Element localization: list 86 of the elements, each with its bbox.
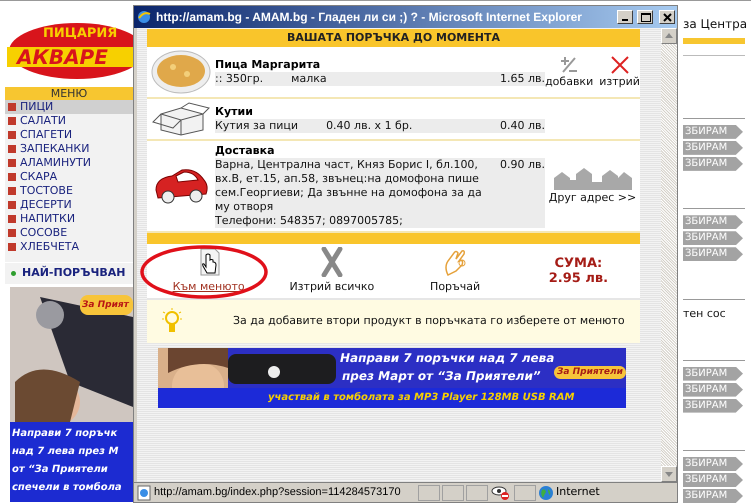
close-icon — [610, 55, 630, 76]
menu-link[interactable]: Към менюто — [147, 246, 270, 296]
menu-item[interactable]: СКАРА — [5, 170, 133, 184]
arrow-down-icon — [665, 472, 673, 477]
logo-title: АКВАРЕ — [17, 47, 108, 67]
menu-item[interactable]: СОСОВЕ — [5, 226, 133, 240]
action-button[interactable]: Поръчай — [394, 246, 517, 296]
menu-item[interactable]: НАПИТКИ — [5, 212, 133, 226]
plus-minus-icon — [559, 55, 580, 76]
page-icon — [136, 484, 152, 501]
bullet-icon — [8, 187, 16, 195]
arrow-up-icon — [665, 33, 673, 38]
item-action-link[interactable]: добавки — [545, 55, 594, 88]
menu-item[interactable]: ДЕСЕРТИ — [5, 198, 133, 212]
item-name: Кутии — [215, 104, 254, 119]
banner-text: Направи 7 поръчки над 7 лева — [340, 350, 554, 367]
browser-icon — [136, 8, 152, 25]
menu-item[interactable]: АЛАМИНУТИ — [5, 156, 133, 170]
menu-item[interactable]: ЗАПЕКАНКИ — [5, 142, 133, 156]
scrollbar[interactable] — [661, 28, 677, 482]
close-button[interactable] — [659, 10, 675, 24]
scroll-down-button[interactable] — [661, 466, 677, 482]
box-icon — [151, 102, 211, 136]
bullet-icon — [8, 201, 16, 209]
banner-text: Направи 7 поръчк — [12, 427, 118, 441]
bullet-icon — [8, 159, 16, 167]
item-detail: малка — [291, 72, 327, 86]
menu-item[interactable]: СПАГЕТИ — [5, 128, 133, 142]
status-pane — [442, 484, 464, 501]
status-pane — [514, 484, 536, 501]
scroll-up-button[interactable] — [661, 28, 677, 44]
pizza-icon — [151, 50, 211, 94]
total-label: СУМА: — [554, 256, 602, 271]
globe-icon — [538, 484, 554, 501]
bullet-icon — [8, 243, 16, 251]
minimize-button[interactable] — [617, 10, 633, 24]
houses-icon — [554, 166, 632, 190]
total-value: 2.95 лв. — [548, 270, 608, 286]
item-name: Доставка — [215, 144, 276, 158]
close-icon — [660, 10, 674, 23]
menu-item[interactable]: ХЛЕБЧЕТА — [5, 240, 133, 254]
bullet-icon — [8, 103, 16, 111]
banner-text: през Март от “За Приятели” — [342, 368, 541, 385]
delivery-phones: Телефони: 548357; 0897005785; — [215, 214, 404, 228]
banner-text: спечели в томбола — [12, 481, 122, 495]
item-detail: :: 350гр. — [215, 72, 264, 86]
bullet-icon — [8, 229, 16, 237]
brand-label: За Приятели — [554, 366, 626, 380]
item-detail: Кутия за пици — [215, 118, 298, 133]
brand-label: За Прият — [82, 299, 129, 312]
bullet-icon — [8, 131, 16, 139]
status-pane — [466, 484, 488, 501]
bullet-icon — [8, 215, 16, 223]
item-price: 1.65 лв. — [500, 72, 545, 86]
status-url: http://amam.bg/index.php?session=114284573170 — [154, 485, 402, 500]
banner-text: от “За Приятели — [12, 463, 109, 477]
banner-text: над 7 лева през М — [12, 445, 120, 459]
item-price: 0.40 лв. — [500, 118, 545, 133]
item-detail: 0.40 лв. x 1 бр. — [326, 118, 412, 133]
maximize-button[interactable] — [637, 10, 653, 24]
menu-item[interactable]: ПИЦИ — [5, 100, 133, 114]
banner-text: участвай в томболата за MP3 Player 128MB USB RAM — [268, 390, 574, 405]
window-title: http://amam.bg - AMAM.bg - Гладен ли си ;) ? - Microsoft Internet Explorer — [156, 8, 583, 26]
minimize-icon — [622, 18, 628, 21]
other-address-link[interactable]: Друг адрес >> — [548, 166, 636, 206]
logo-text: ПИЦАРИЯ — [43, 27, 118, 40]
item-price: 0.90 лв. — [500, 158, 545, 173]
bullet-icon — [8, 145, 16, 153]
delivery-address: Варна, Централна част, Княз Борис I, бл.100, вх.В, ет.15, ап.58, звънец:на домофона пише сем.Георгиеви; Да звънне на домофона за да му отворя — [215, 158, 483, 214]
status-zone: Internet — [556, 484, 600, 500]
menu-header: МЕНЮ — [5, 87, 133, 100]
tip-text: За да добавите втори продукт в поръчката го изберете от менюто — [233, 313, 625, 330]
item-action-link[interactable]: изтрий — [599, 55, 640, 88]
status-pane — [418, 484, 440, 501]
heading-text: за Центра — [683, 16, 748, 33]
privacy-icon — [490, 484, 512, 501]
cross-icon — [320, 246, 344, 277]
action-button[interactable]: Изтрий всичко — [270, 246, 394, 296]
menu-item[interactable]: САЛАТИ — [5, 114, 133, 128]
order-header: ВАШАТА ПОРЪЧКА ДО МОМЕНТА — [147, 28, 640, 47]
section-heading: НАЙ-ПОРЪЧВАН — [22, 265, 126, 282]
product-text: тен сос — [683, 306, 727, 322]
menu-item[interactable]: ТОСТОВЕ — [5, 184, 133, 198]
item-name: Пица Маргарита — [215, 58, 322, 72]
bullet-icon — [8, 117, 16, 125]
bullet-icon — [8, 173, 16, 181]
